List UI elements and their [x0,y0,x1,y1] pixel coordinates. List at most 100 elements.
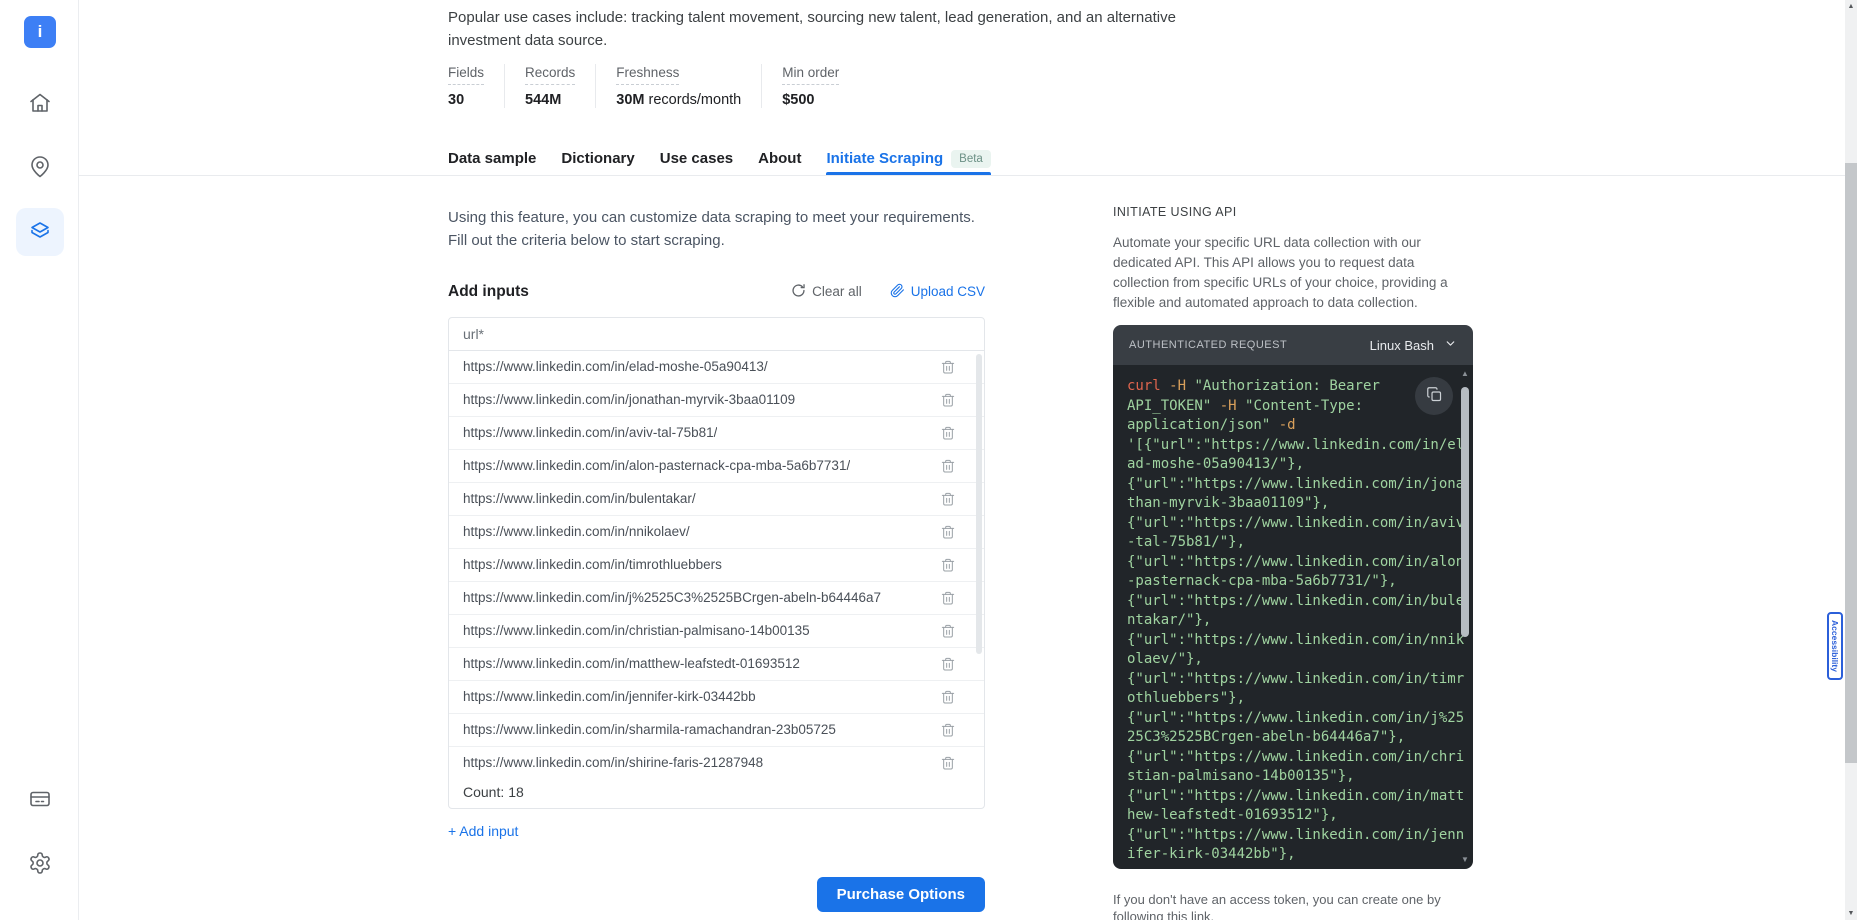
url-column-header: url* [449,318,984,351]
trash-icon [940,590,956,606]
clear-all-label: Clear all [812,284,862,299]
add-input-button[interactable]: + Add input [448,823,518,839]
code-header-label: AUTHENTICATED REQUEST [1129,339,1287,351]
api-panel-title: INITIATE USING API [1113,205,1473,219]
sidebar-item-datasets[interactable] [16,208,64,256]
access-token-note-text: If you don't have an access token, you c… [1113,892,1441,920]
url-cell[interactable]: https://www.linkedin.com/in/sharmila-ram… [463,722,836,737]
trash-icon [940,524,956,540]
tab-use-cases[interactable]: Use cases [660,142,733,175]
code-segment: -H [1169,378,1186,394]
code-content: curl -H "Authorization: Bearer API_TOKEN… [1127,377,1464,865]
url-table-body: https://www.linkedin.com/in/elad-moshe-0… [449,351,984,776]
tab-label: Use cases [660,150,733,167]
upload-csv-button[interactable]: Upload CSV [890,283,985,301]
api-panel: INITIATE USING API Automate your specifi… [1113,205,1473,920]
sidebar-item-billing[interactable] [16,776,64,824]
sidebar-item-settings[interactable] [16,840,64,888]
sidebar-item-locations[interactable] [16,144,64,192]
url-cell[interactable]: https://www.linkedin.com/in/j%2525C3%252… [463,590,881,605]
delete-url-button[interactable] [940,524,956,540]
delete-url-button[interactable] [940,359,956,375]
url-cell[interactable]: https://www.linkedin.com/in/timrothluebb… [463,557,722,572]
delete-url-button[interactable] [940,689,956,705]
code-scrollbar: ▲ ▼ [1460,369,1470,865]
url-row: https://www.linkedin.com/in/jonathan-myr… [449,384,984,417]
tab-label: About [758,150,801,167]
delete-url-button[interactable] [940,623,956,639]
stat-records: Records544M [525,64,596,108]
add-inputs-header: Add inputs Clear all Upload CSV [448,283,985,301]
url-row: https://www.linkedin.com/in/nnikolaev/ [449,516,984,549]
url-count-row: Count:18 [449,776,984,808]
url-cell[interactable]: https://www.linkedin.com/in/nnikolaev/ [463,524,690,539]
url-cell[interactable]: https://www.linkedin.com/in/aviv-tal-75b… [463,425,717,440]
credit-card-icon [28,787,52,814]
purchase-row: Purchase Options [448,877,985,912]
stat-label: Fields [448,65,484,85]
page-scroll-down-arrow[interactable]: ▼ [1845,910,1857,917]
url-input-table: url* https://www.linkedin.com/in/elad-mo… [448,317,985,809]
url-cell[interactable]: https://www.linkedin.com/in/shirine-fari… [463,755,763,770]
url-row: https://www.linkedin.com/in/shirine-fari… [449,747,984,776]
page-scroll-up-arrow[interactable]: ▲ [1845,3,1857,10]
page-scrollbar-thumb[interactable] [1845,163,1857,763]
app-logo[interactable]: i [24,16,56,48]
clear-all-button[interactable]: Clear all [791,283,862,301]
url-cell[interactable]: https://www.linkedin.com/in/jennifer-kir… [463,689,756,704]
url-table-scrollbar-thumb[interactable] [976,354,982,654]
count-value: 18 [508,784,524,800]
delete-url-button[interactable] [940,425,956,441]
tab-dictionary[interactable]: Dictionary [561,142,634,175]
trash-icon [940,623,956,639]
stat-value: $500 [782,92,839,108]
layers-icon [28,219,52,246]
map-pin-icon [28,155,52,182]
stats-row: Fields30Records544MFreshness30M records/… [448,64,879,108]
delete-url-button[interactable] [940,557,956,573]
purchase-options-button[interactable]: Purchase Options [817,877,985,912]
delete-url-button[interactable] [940,458,956,474]
accessibility-tab[interactable]: Accessibility [1827,612,1843,680]
access-token-note: If you don't have an access token, you c… [1113,891,1473,920]
url-cell[interactable]: https://www.linkedin.com/in/christian-pa… [463,623,810,638]
tab-initiate-scraping[interactable]: Initiate ScrapingBeta [826,142,990,175]
trash-icon [940,392,956,408]
code-segment [1237,398,1245,414]
delete-url-button[interactable] [940,590,956,606]
code-scroll-down-arrow[interactable]: ▼ [1461,855,1469,865]
stat-min-order: Min order$500 [782,64,859,108]
code-scrollbar-thumb[interactable] [1461,387,1469,637]
trash-icon [940,755,956,771]
code-segment [1161,378,1169,394]
code-scrollbar-track [1461,379,1469,855]
delete-url-button[interactable] [940,656,956,672]
code-block-body: curl -H "Authorization: Bearer API_TOKEN… [1113,365,1473,869]
url-row: https://www.linkedin.com/in/christian-pa… [449,615,984,648]
tab-about[interactable]: About [758,142,801,175]
tab-data-sample[interactable]: Data sample [448,142,536,175]
url-cell[interactable]: https://www.linkedin.com/in/bulentakar/ [463,491,696,506]
stat-label: Records [525,65,575,85]
access-token-link[interactable]: this link. [1167,909,1214,920]
initiate-scraping-panel: Using this feature, you can customize da… [448,206,985,912]
sidebar-item-home[interactable] [16,80,64,128]
delete-url-button[interactable] [940,755,956,771]
delete-url-button[interactable] [940,722,956,738]
copy-code-button[interactable] [1415,377,1453,415]
code-scroll-up-arrow[interactable]: ▲ [1461,369,1469,379]
add-inputs-actions: Clear all Upload CSV [791,283,985,301]
url-row: https://www.linkedin.com/in/elad-moshe-0… [449,351,984,384]
language-selector[interactable]: Linux Bash [1370,337,1457,353]
paperclip-icon [890,283,905,301]
url-cell[interactable]: https://www.linkedin.com/in/alon-pastern… [463,458,850,473]
language-selector-value: Linux Bash [1370,338,1434,353]
chevron-down-icon [1444,337,1457,353]
dataset-description: Popular use cases include: tracking tale… [448,6,1208,53]
url-cell[interactable]: https://www.linkedin.com/in/matthew-leaf… [463,656,800,671]
stat-label: Freshness [616,65,679,85]
url-cell[interactable]: https://www.linkedin.com/in/jonathan-myr… [463,392,795,407]
delete-url-button[interactable] [940,392,956,408]
delete-url-button[interactable] [940,491,956,507]
url-cell[interactable]: https://www.linkedin.com/in/elad-moshe-0… [463,359,768,374]
